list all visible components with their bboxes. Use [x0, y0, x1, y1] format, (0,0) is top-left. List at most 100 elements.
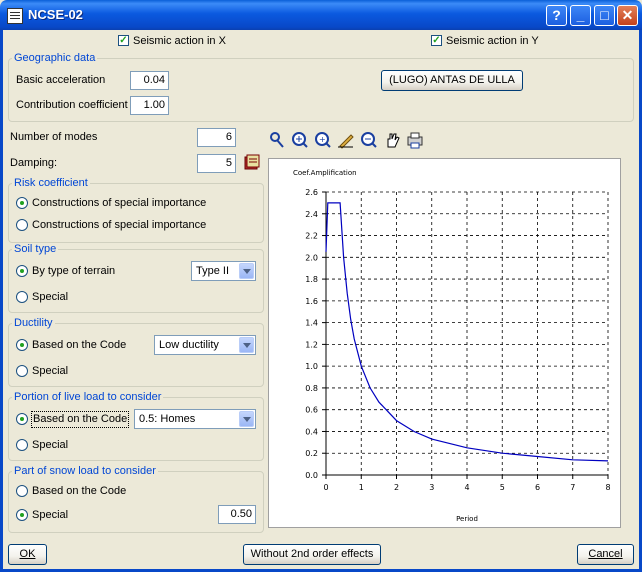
y-tick-label: 0.4	[305, 427, 318, 436]
ductility-code-label: Based on the Code	[32, 339, 127, 351]
print-icon[interactable]	[406, 131, 424, 149]
y-tick-label: 1.0	[305, 362, 318, 371]
snow-load-special-input[interactable]: 0.50	[218, 505, 256, 524]
ductility-select[interactable]: Low ductility	[154, 335, 256, 355]
x-tick-label: 5	[500, 483, 505, 492]
chevron-down-icon[interactable]	[239, 337, 254, 353]
seismic-y-label: Seismic action in Y	[446, 35, 539, 47]
number-of-modes-input[interactable]: 6	[197, 128, 236, 147]
chevron-down-icon[interactable]	[239, 263, 254, 279]
geographic-group	[8, 58, 634, 122]
y-axis-label: Coef.Amplification	[293, 169, 357, 177]
zoom-in-icon[interactable]: +	[314, 131, 332, 149]
live-load-title: Portion of live load to consider	[12, 391, 164, 403]
chart-svg: 0 1 2 3 4 5 6 7 8 0.0 0.2 0.4 0.6 0.8 1.0 1.2 1.4 1.6 1.8 2…	[293, 169, 611, 523]
soil-special-radio[interactable]	[16, 291, 28, 303]
x-tick-label: 6	[535, 483, 540, 492]
damping-label: Damping:	[10, 157, 58, 169]
window-title: NCSE-02	[28, 7, 83, 22]
risk-option-1-radio[interactable]	[16, 197, 28, 209]
basic-acceleration-label: Basic acceleration	[16, 74, 106, 86]
risk-option-2-label: Constructions of special importance	[32, 219, 207, 231]
live-load-value: 0.5: Homes	[139, 413, 196, 425]
x-tick-label: 3	[429, 483, 434, 492]
y-tick-label: 0.6	[305, 406, 318, 415]
soil-group	[8, 249, 264, 313]
risk-group	[8, 183, 264, 243]
live-load-special-label: Special	[32, 439, 69, 451]
y-tick-label: 0.2	[305, 449, 318, 458]
ductility-special-label: Special	[32, 365, 69, 377]
svg-text:+: +	[319, 135, 326, 144]
pencil-icon[interactable]	[337, 131, 355, 149]
live-load-code-label: Based on the Code	[31, 411, 130, 428]
soil-terrain-label: By type of terrain	[32, 265, 116, 277]
app-icon	[7, 8, 23, 24]
zoom-out-icon[interactable]	[360, 131, 378, 149]
damping-input[interactable]: 5	[197, 154, 236, 173]
zoom-fit-icon[interactable]	[291, 131, 309, 149]
ductility-value: Low ductility	[159, 339, 219, 351]
spectrum-chart: 0 1 2 3 4 5 6 7 8 0.0 0.2 0.4 0.6 0.8 1.0 1.2 1.4 1.6 1.8 2…	[268, 158, 621, 528]
y-tick-label: 1.6	[305, 297, 318, 306]
contribution-coefficient-label: Contribution coefficient	[16, 99, 128, 111]
live-load-select[interactable]: 0.5: Homes	[134, 409, 256, 429]
live-load-special-radio[interactable]	[16, 439, 28, 451]
y-tick-label: 1.8	[305, 275, 318, 284]
maximize-button[interactable]: □	[594, 5, 615, 26]
ductility-code-radio[interactable]	[16, 339, 28, 351]
soil-special-label: Special	[32, 291, 69, 303]
chevron-down-icon[interactable]	[239, 411, 254, 427]
x-tick-label: 7	[570, 483, 575, 492]
y-tick-label: 2.2	[305, 232, 318, 241]
pan-hand-icon[interactable]	[383, 131, 401, 149]
contribution-coefficient-input[interactable]: 1.00	[130, 96, 169, 115]
ductility-special-radio[interactable]	[16, 365, 28, 377]
y-tick-label: 2.0	[305, 253, 318, 262]
close-button[interactable]: ✕	[617, 5, 638, 26]
x-tick-label: 8	[605, 483, 610, 492]
cancel-button[interactable]: Cancel	[577, 544, 634, 565]
seismic-y-checkbox[interactable]: ✓	[431, 35, 442, 46]
x-tick-label: 0	[323, 483, 328, 492]
y-tick-label: 2.4	[305, 210, 318, 219]
chart-toolbar: +	[268, 131, 428, 151]
y-tick-label: 1.4	[305, 319, 318, 328]
risk-option-2-radio[interactable]	[16, 219, 28, 231]
x-tick-label: 4	[464, 483, 469, 492]
without-2nd-order-button[interactable]: Without 2nd order effects	[243, 544, 381, 565]
y-tick-label: 0.8	[305, 384, 318, 393]
y-tick-label: 2.6	[305, 188, 318, 197]
y-tick-label: 0.0	[305, 471, 318, 480]
risk-title: Risk coefficient	[12, 177, 90, 189]
soil-terrain-radio[interactable]	[16, 265, 28, 277]
x-tick-label: 1	[359, 483, 364, 492]
ductility-group	[8, 323, 264, 387]
snow-load-code-label: Based on the Code	[32, 485, 127, 497]
snow-load-code-radio[interactable]	[16, 485, 28, 497]
y-tick-label: 1.2	[305, 340, 318, 349]
geographic-title: Geographic data	[12, 52, 98, 64]
location-button[interactable]: (LUGO) ANTAS DE ULLA	[381, 70, 523, 91]
ductility-title: Ductility	[12, 317, 55, 329]
number-of-modes-label: Number of modes	[10, 131, 98, 143]
seismic-x-checkbox[interactable]: ✓	[118, 35, 129, 46]
x-axis-label: Period	[456, 515, 478, 523]
risk-option-1-label: Constructions of special importance	[32, 197, 207, 209]
basic-acceleration-input[interactable]: 0.04	[130, 71, 169, 90]
soil-type-value: Type II	[196, 265, 230, 277]
seismic-x-label: Seismic action in X	[133, 35, 226, 47]
window-frame-left	[0, 30, 3, 572]
pointer-icon[interactable]	[268, 131, 286, 149]
snow-load-special-label: Special	[32, 509, 69, 521]
book-icon[interactable]	[242, 153, 262, 173]
help-button[interactable]: ?	[546, 5, 567, 26]
live-load-group	[8, 397, 264, 461]
live-load-code-radio[interactable]	[16, 413, 28, 425]
minimize-button[interactable]: _	[570, 5, 591, 26]
snow-load-title: Part of snow load to consider	[12, 465, 158, 477]
soil-type-select[interactable]: Type II	[191, 261, 256, 281]
x-tick-label: 2	[394, 483, 399, 492]
snow-load-special-radio[interactable]	[16, 509, 28, 521]
ok-button[interactable]: OK	[8, 544, 47, 565]
